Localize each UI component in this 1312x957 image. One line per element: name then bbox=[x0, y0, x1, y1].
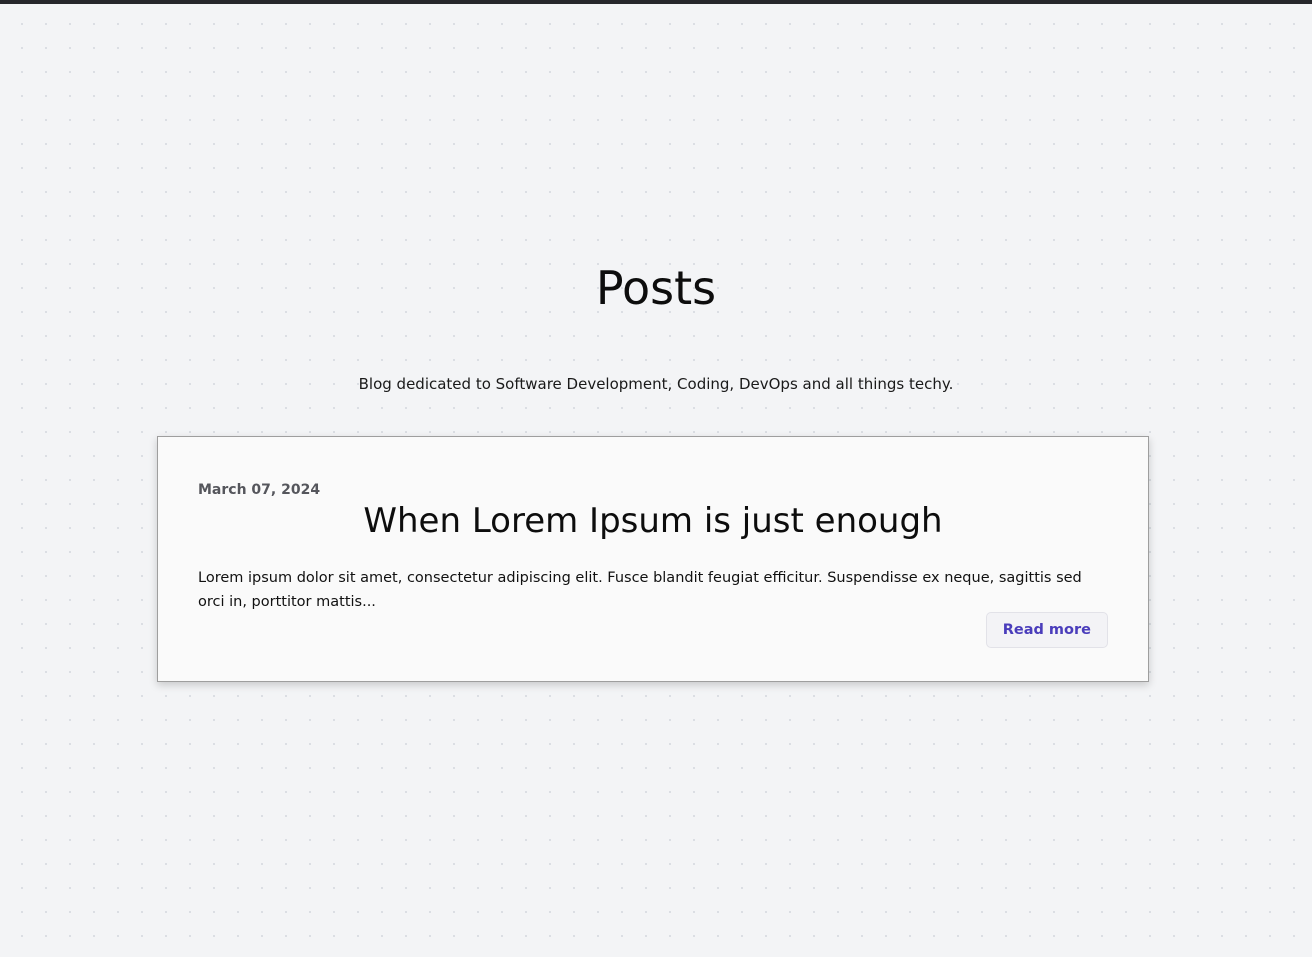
post-title[interactable]: When Lorem Ipsum is just enough bbox=[158, 499, 1148, 543]
top-bar bbox=[0, 0, 1312, 4]
post-card: March 07, 2024 When Lorem Ipsum is just … bbox=[157, 436, 1149, 682]
page-title: Posts bbox=[595, 261, 717, 315]
read-more-button[interactable]: Read more bbox=[985, 612, 1108, 648]
page-subtitle: Blog dedicated to Software Development, … bbox=[358, 375, 954, 393]
post-date: March 07, 2024 bbox=[198, 482, 321, 498]
post-excerpt: Lorem ipsum dolor sit amet, consectetur … bbox=[198, 570, 1082, 610]
